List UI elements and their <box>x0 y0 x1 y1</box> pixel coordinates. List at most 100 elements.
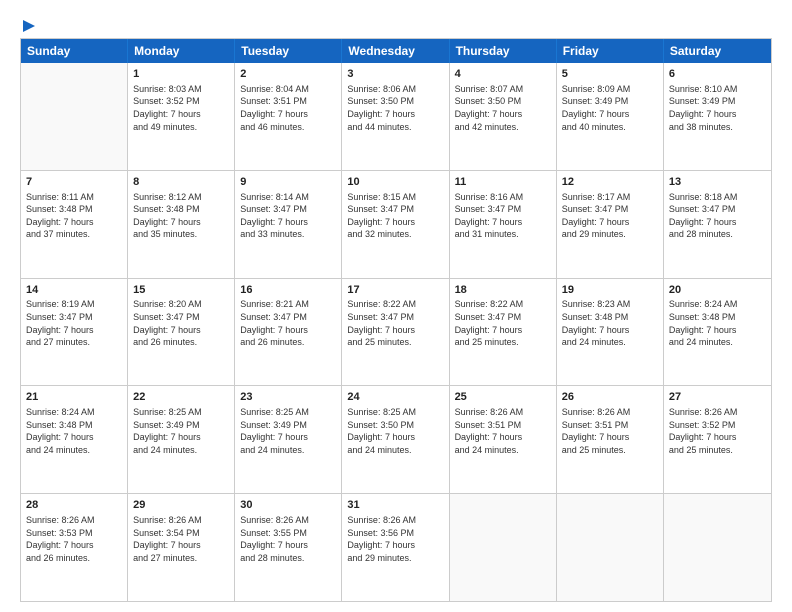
day-number: 29 <box>133 498 229 513</box>
day-number: 3 <box>347 67 443 82</box>
calendar-row: 1Sunrise: 8:03 AM Sunset: 3:52 PM Daylig… <box>21 63 771 171</box>
calendar-cell: 27Sunrise: 8:26 AM Sunset: 3:52 PM Dayli… <box>664 386 771 493</box>
calendar-cell: 12Sunrise: 8:17 AM Sunset: 3:47 PM Dayli… <box>557 171 664 278</box>
cell-info: Sunrise: 8:23 AM Sunset: 3:48 PM Dayligh… <box>562 298 658 348</box>
cell-info: Sunrise: 8:26 AM Sunset: 3:53 PM Dayligh… <box>26 514 122 564</box>
calendar-cell: 9Sunrise: 8:14 AM Sunset: 3:47 PM Daylig… <box>235 171 342 278</box>
calendar-cell: 21Sunrise: 8:24 AM Sunset: 3:48 PM Dayli… <box>21 386 128 493</box>
calendar-cell: 11Sunrise: 8:16 AM Sunset: 3:47 PM Dayli… <box>450 171 557 278</box>
day-number: 21 <box>26 390 122 405</box>
calendar-cell <box>664 494 771 601</box>
cell-info: Sunrise: 8:10 AM Sunset: 3:49 PM Dayligh… <box>669 83 766 133</box>
calendar-cell: 16Sunrise: 8:21 AM Sunset: 3:47 PM Dayli… <box>235 279 342 386</box>
day-number: 27 <box>669 390 766 405</box>
calendar-cell: 19Sunrise: 8:23 AM Sunset: 3:48 PM Dayli… <box>557 279 664 386</box>
calendar-row: 21Sunrise: 8:24 AM Sunset: 3:48 PM Dayli… <box>21 386 771 494</box>
calendar-row: 7Sunrise: 8:11 AM Sunset: 3:48 PM Daylig… <box>21 171 771 279</box>
weekday-header: Monday <box>128 39 235 63</box>
calendar-cell <box>21 63 128 170</box>
cell-info: Sunrise: 8:03 AM Sunset: 3:52 PM Dayligh… <box>133 83 229 133</box>
day-number: 17 <box>347 283 443 298</box>
cell-info: Sunrise: 8:18 AM Sunset: 3:47 PM Dayligh… <box>669 191 766 241</box>
day-number: 9 <box>240 175 336 190</box>
calendar-cell: 20Sunrise: 8:24 AM Sunset: 3:48 PM Dayli… <box>664 279 771 386</box>
day-number: 15 <box>133 283 229 298</box>
calendar-cell: 13Sunrise: 8:18 AM Sunset: 3:47 PM Dayli… <box>664 171 771 278</box>
cell-info: Sunrise: 8:24 AM Sunset: 3:48 PM Dayligh… <box>669 298 766 348</box>
day-number: 24 <box>347 390 443 405</box>
calendar-cell: 29Sunrise: 8:26 AM Sunset: 3:54 PM Dayli… <box>128 494 235 601</box>
day-number: 20 <box>669 283 766 298</box>
day-number: 30 <box>240 498 336 513</box>
day-number: 11 <box>455 175 551 190</box>
cell-info: Sunrise: 8:12 AM Sunset: 3:48 PM Dayligh… <box>133 191 229 241</box>
calendar-cell: 7Sunrise: 8:11 AM Sunset: 3:48 PM Daylig… <box>21 171 128 278</box>
day-number: 18 <box>455 283 551 298</box>
cell-info: Sunrise: 8:25 AM Sunset: 3:49 PM Dayligh… <box>133 406 229 456</box>
cell-info: Sunrise: 8:20 AM Sunset: 3:47 PM Dayligh… <box>133 298 229 348</box>
cell-info: Sunrise: 8:25 AM Sunset: 3:49 PM Dayligh… <box>240 406 336 456</box>
logo <box>20 16 39 30</box>
day-number: 23 <box>240 390 336 405</box>
calendar-cell: 26Sunrise: 8:26 AM Sunset: 3:51 PM Dayli… <box>557 386 664 493</box>
day-number: 22 <box>133 390 229 405</box>
cell-info: Sunrise: 8:22 AM Sunset: 3:47 PM Dayligh… <box>455 298 551 348</box>
cell-info: Sunrise: 8:04 AM Sunset: 3:51 PM Dayligh… <box>240 83 336 133</box>
page: SundayMondayTuesdayWednesdayThursdayFrid… <box>0 0 792 612</box>
cell-info: Sunrise: 8:06 AM Sunset: 3:50 PM Dayligh… <box>347 83 443 133</box>
cell-info: Sunrise: 8:14 AM Sunset: 3:47 PM Dayligh… <box>240 191 336 241</box>
calendar-header: SundayMondayTuesdayWednesdayThursdayFrid… <box>21 39 771 63</box>
weekday-header: Thursday <box>450 39 557 63</box>
day-number: 12 <box>562 175 658 190</box>
calendar-cell: 3Sunrise: 8:06 AM Sunset: 3:50 PM Daylig… <box>342 63 449 170</box>
day-number: 16 <box>240 283 336 298</box>
calendar-cell: 4Sunrise: 8:07 AM Sunset: 3:50 PM Daylig… <box>450 63 557 170</box>
day-number: 13 <box>669 175 766 190</box>
calendar-cell: 2Sunrise: 8:04 AM Sunset: 3:51 PM Daylig… <box>235 63 342 170</box>
calendar-cell: 22Sunrise: 8:25 AM Sunset: 3:49 PM Dayli… <box>128 386 235 493</box>
calendar-cell: 25Sunrise: 8:26 AM Sunset: 3:51 PM Dayli… <box>450 386 557 493</box>
calendar-cell: 17Sunrise: 8:22 AM Sunset: 3:47 PM Dayli… <box>342 279 449 386</box>
logo-flag-icon <box>21 18 39 36</box>
cell-info: Sunrise: 8:22 AM Sunset: 3:47 PM Dayligh… <box>347 298 443 348</box>
calendar-cell: 23Sunrise: 8:25 AM Sunset: 3:49 PM Dayli… <box>235 386 342 493</box>
calendar-cell <box>557 494 664 601</box>
day-number: 10 <box>347 175 443 190</box>
calendar-cell: 28Sunrise: 8:26 AM Sunset: 3:53 PM Dayli… <box>21 494 128 601</box>
calendar-row: 14Sunrise: 8:19 AM Sunset: 3:47 PM Dayli… <box>21 279 771 387</box>
cell-info: Sunrise: 8:07 AM Sunset: 3:50 PM Dayligh… <box>455 83 551 133</box>
cell-info: Sunrise: 8:26 AM Sunset: 3:51 PM Dayligh… <box>562 406 658 456</box>
cell-info: Sunrise: 8:25 AM Sunset: 3:50 PM Dayligh… <box>347 406 443 456</box>
calendar-cell: 30Sunrise: 8:26 AM Sunset: 3:55 PM Dayli… <box>235 494 342 601</box>
calendar-cell: 31Sunrise: 8:26 AM Sunset: 3:56 PM Dayli… <box>342 494 449 601</box>
cell-info: Sunrise: 8:21 AM Sunset: 3:47 PM Dayligh… <box>240 298 336 348</box>
day-number: 6 <box>669 67 766 82</box>
cell-info: Sunrise: 8:26 AM Sunset: 3:51 PM Dayligh… <box>455 406 551 456</box>
cell-info: Sunrise: 8:19 AM Sunset: 3:47 PM Dayligh… <box>26 298 122 348</box>
calendar-cell: 8Sunrise: 8:12 AM Sunset: 3:48 PM Daylig… <box>128 171 235 278</box>
cell-info: Sunrise: 8:24 AM Sunset: 3:48 PM Dayligh… <box>26 406 122 456</box>
cell-info: Sunrise: 8:26 AM Sunset: 3:56 PM Dayligh… <box>347 514 443 564</box>
day-number: 25 <box>455 390 551 405</box>
cell-info: Sunrise: 8:16 AM Sunset: 3:47 PM Dayligh… <box>455 191 551 241</box>
calendar: SundayMondayTuesdayWednesdayThursdayFrid… <box>20 38 772 602</box>
calendar-body: 1Sunrise: 8:03 AM Sunset: 3:52 PM Daylig… <box>21 63 771 601</box>
calendar-row: 28Sunrise: 8:26 AM Sunset: 3:53 PM Dayli… <box>21 494 771 601</box>
day-number: 31 <box>347 498 443 513</box>
cell-info: Sunrise: 8:26 AM Sunset: 3:55 PM Dayligh… <box>240 514 336 564</box>
weekday-header: Saturday <box>664 39 771 63</box>
cell-info: Sunrise: 8:26 AM Sunset: 3:54 PM Dayligh… <box>133 514 229 564</box>
weekday-header: Wednesday <box>342 39 449 63</box>
day-number: 14 <box>26 283 122 298</box>
calendar-cell: 10Sunrise: 8:15 AM Sunset: 3:47 PM Dayli… <box>342 171 449 278</box>
cell-info: Sunrise: 8:09 AM Sunset: 3:49 PM Dayligh… <box>562 83 658 133</box>
cell-info: Sunrise: 8:26 AM Sunset: 3:52 PM Dayligh… <box>669 406 766 456</box>
calendar-cell: 24Sunrise: 8:25 AM Sunset: 3:50 PM Dayli… <box>342 386 449 493</box>
weekday-header: Tuesday <box>235 39 342 63</box>
cell-info: Sunrise: 8:17 AM Sunset: 3:47 PM Dayligh… <box>562 191 658 241</box>
header <box>20 16 772 30</box>
day-number: 4 <box>455 67 551 82</box>
calendar-cell: 5Sunrise: 8:09 AM Sunset: 3:49 PM Daylig… <box>557 63 664 170</box>
cell-info: Sunrise: 8:11 AM Sunset: 3:48 PM Dayligh… <box>26 191 122 241</box>
cell-info: Sunrise: 8:15 AM Sunset: 3:47 PM Dayligh… <box>347 191 443 241</box>
